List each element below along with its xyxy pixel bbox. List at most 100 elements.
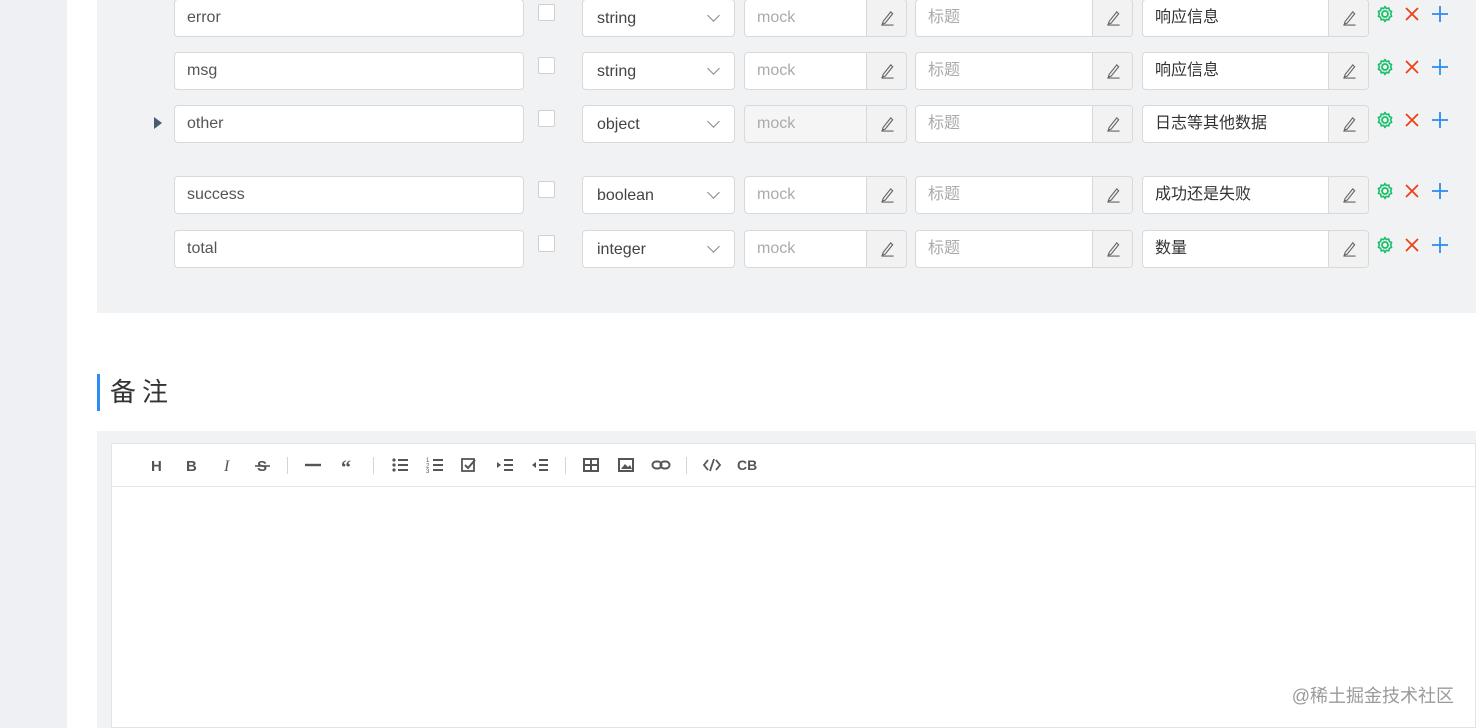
add-plus-icon[interactable] <box>1431 111 1449 129</box>
code-block-label: CB <box>737 457 758 473</box>
required-checkbox[interactable] <box>538 181 555 198</box>
description-edit-button[interactable] <box>1328 53 1368 89</box>
horizontal-rule-icon[interactable] <box>303 455 323 475</box>
image-icon[interactable] <box>616 455 636 475</box>
settings-gear-icon[interactable] <box>1376 5 1394 23</box>
chevron-down-icon <box>707 9 720 22</box>
delete-close-icon[interactable] <box>1403 58 1421 76</box>
mock-edit-button[interactable] <box>866 177 906 213</box>
italic-icon[interactable]: I <box>218 455 238 475</box>
description-edit-button[interactable] <box>1328 106 1368 142</box>
delete-close-icon[interactable] <box>1403 236 1421 254</box>
title-input[interactable]: 标题 <box>916 53 1092 89</box>
description-edit-button[interactable] <box>1328 177 1368 213</box>
mock-input[interactable]: mock <box>745 177 866 213</box>
title-input[interactable]: 标题 <box>916 0 1092 36</box>
strikethrough-icon[interactable]: S <box>253 455 273 475</box>
type-select[interactable]: integer <box>582 230 735 268</box>
schema-row: success boolean mock 标题 成功还是失败 <box>97 176 1476 216</box>
add-plus-icon[interactable] <box>1431 5 1449 23</box>
description-input[interactable]: 响应信息 <box>1143 53 1328 89</box>
type-select[interactable]: boolean <box>582 176 735 214</box>
delete-close-icon[interactable] <box>1403 5 1421 23</box>
delete-close-icon[interactable] <box>1403 182 1421 200</box>
edit-pencil-icon <box>1107 242 1120 257</box>
svg-text:3: 3 <box>426 469 430 475</box>
description-input[interactable]: 数量 <box>1143 231 1328 267</box>
field-name-input[interactable]: error <box>174 0 524 37</box>
ordered-list-icon[interactable]: 123 <box>425 455 445 475</box>
edit-pencil-icon <box>1343 188 1356 203</box>
unordered-list-icon[interactable] <box>390 455 410 475</box>
title-input-group: 标题 <box>915 0 1133 37</box>
title-edit-button[interactable] <box>1092 177 1132 213</box>
settings-gear-icon[interactable] <box>1376 182 1394 200</box>
outdent-icon[interactable] <box>530 455 550 475</box>
type-select-value: string <box>597 10 637 27</box>
expand-caret-icon[interactable] <box>154 117 162 129</box>
edit-pencil-icon <box>1107 64 1120 79</box>
delete-close-icon[interactable] <box>1403 111 1421 129</box>
settings-gear-icon[interactable] <box>1376 236 1394 254</box>
heading-icon[interactable]: H <box>148 455 168 475</box>
mock-edit-button[interactable] <box>866 0 906 36</box>
title-input[interactable]: 标题 <box>916 106 1092 142</box>
required-checkbox[interactable] <box>538 235 555 252</box>
type-select[interactable]: string <box>582 52 735 90</box>
settings-gear-icon[interactable] <box>1376 111 1394 129</box>
edit-pencil-icon <box>1343 117 1356 132</box>
settings-gear-icon[interactable] <box>1376 58 1394 76</box>
required-checkbox[interactable] <box>538 4 555 21</box>
field-name-input[interactable]: other <box>174 105 524 143</box>
indent-icon[interactable] <box>495 455 515 475</box>
add-plus-icon[interactable] <box>1431 182 1449 200</box>
title-edit-button[interactable] <box>1092 106 1132 142</box>
field-name-input[interactable]: total <box>174 230 524 268</box>
mock-input[interactable]: mock <box>745 106 866 142</box>
description-edit-button[interactable] <box>1328 231 1368 267</box>
left-sidebar <box>0 0 67 728</box>
mock-input[interactable]: mock <box>745 231 866 267</box>
mock-input-group: mock <box>744 230 907 268</box>
type-select[interactable]: string <box>582 0 735 37</box>
title-input[interactable]: 标题 <box>916 231 1092 267</box>
edit-pencil-icon <box>881 64 894 79</box>
field-name-input[interactable]: msg <box>174 52 524 90</box>
mock-edit-button[interactable] <box>866 231 906 267</box>
edit-pencil-icon <box>1343 64 1356 79</box>
markdown-editor[interactable]: H B I S “ 123 CB <box>111 443 1476 728</box>
mock-input[interactable]: mock <box>745 0 866 36</box>
chevron-down-icon <box>707 115 720 128</box>
description-input[interactable]: 响应信息 <box>1143 0 1328 36</box>
bold-icon[interactable]: B <box>183 455 203 475</box>
task-list-icon[interactable] <box>459 455 479 475</box>
title-input-group: 标题 <box>915 176 1133 214</box>
mock-edit-button[interactable] <box>866 53 906 89</box>
toolbar-separator <box>565 457 566 474</box>
toolbar-separator <box>373 457 374 474</box>
mock-edit-button[interactable] <box>866 106 906 142</box>
title-input[interactable]: 标题 <box>916 177 1092 213</box>
add-plus-icon[interactable] <box>1431 236 1449 254</box>
editor-toolbar: H B I S “ 123 CB <box>112 444 1475 487</box>
field-name-input[interactable]: success <box>174 176 524 214</box>
description-edit-button[interactable] <box>1328 0 1368 36</box>
svg-text:H: H <box>151 458 162 475</box>
type-select-value: object <box>597 116 640 133</box>
required-checkbox[interactable] <box>538 110 555 127</box>
description-input[interactable]: 日志等其他数据 <box>1143 106 1328 142</box>
description-input[interactable]: 成功还是失败 <box>1143 177 1328 213</box>
code-block-icon[interactable]: CB <box>737 455 757 475</box>
mock-input[interactable]: mock <box>745 53 866 89</box>
quote-icon[interactable]: “ <box>338 455 358 479</box>
required-checkbox[interactable] <box>538 57 555 74</box>
title-edit-button[interactable] <box>1092 231 1132 267</box>
title-edit-button[interactable] <box>1092 0 1132 36</box>
add-plus-icon[interactable] <box>1431 58 1449 76</box>
code-icon[interactable] <box>702 455 722 475</box>
type-select[interactable]: object <box>582 105 735 143</box>
edit-pencil-icon <box>1107 11 1120 26</box>
link-icon[interactable] <box>651 455 671 475</box>
title-edit-button[interactable] <box>1092 53 1132 89</box>
table-icon[interactable] <box>581 455 601 475</box>
